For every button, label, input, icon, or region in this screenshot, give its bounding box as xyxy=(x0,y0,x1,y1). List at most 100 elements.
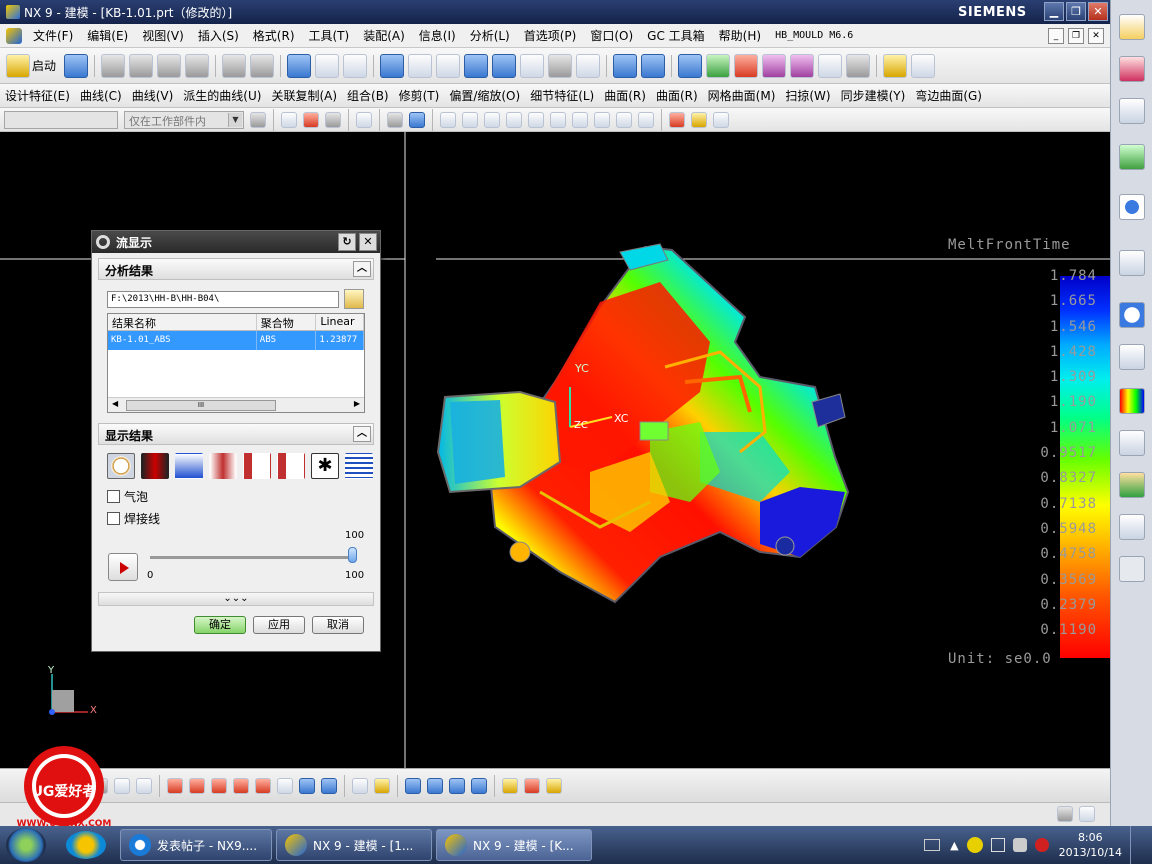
more-options-expander[interactable]: ⌄⌄⌄ xyxy=(98,592,374,606)
clock[interactable]: 8:06 2013/10/14 xyxy=(1059,830,1122,860)
system-materials-icon[interactable] xyxy=(1119,344,1145,370)
checkbox-box[interactable] xyxy=(107,512,120,525)
scroll-left-icon[interactable]: ◀ xyxy=(112,399,118,408)
task-nx-2[interactable]: NX 9 - 建模 - [K... xyxy=(436,829,592,861)
menu-trim[interactable]: 修剪(T) xyxy=(394,87,445,104)
transform-icon[interactable] xyxy=(352,777,368,794)
minimize-button[interactable]: ▁ xyxy=(1044,2,1064,21)
column-linear[interactable]: Linear xyxy=(316,314,364,330)
reuse-library-icon[interactable] xyxy=(1119,144,1145,170)
task-nx-1[interactable]: NX 9 - 建模 - [1... xyxy=(276,829,432,861)
command-finder-icon[interactable] xyxy=(287,53,312,78)
menu-tools[interactable]: 工具(T) xyxy=(302,27,357,44)
fill-time-icon[interactable] xyxy=(107,453,135,479)
palette-icon[interactable] xyxy=(1119,388,1145,414)
scroll-right-icon[interactable]: ▶ xyxy=(354,399,360,408)
background-icon[interactable] xyxy=(576,53,601,78)
app-menu-icon[interactable] xyxy=(6,27,22,44)
hide-icon[interactable] xyxy=(427,777,443,794)
control-point-icon[interactable] xyxy=(484,111,500,128)
folder-open-icon[interactable] xyxy=(344,289,364,309)
collapse-icon[interactable]: ︿ xyxy=(353,426,371,442)
menu-derived-curve[interactable]: 派生的曲线(U) xyxy=(178,87,266,104)
render-style-icon[interactable] xyxy=(548,53,573,78)
reset-icon[interactable]: ↻ xyxy=(338,233,356,251)
invert-show-icon[interactable] xyxy=(449,777,465,794)
undo-icon[interactable] xyxy=(222,53,247,78)
slider-knob[interactable] xyxy=(348,547,357,563)
results-list[interactable]: 结果名称 聚合物 Linear KB-1.01_ABS ABS 1.23877 … xyxy=(107,313,365,413)
measure-distance-icon[interactable] xyxy=(502,777,518,794)
apply-button[interactable]: 应用 xyxy=(253,616,305,634)
show-hidden-icon[interactable]: ▲ xyxy=(950,839,958,852)
part-navigator-icon[interactable] xyxy=(1119,98,1145,124)
horizontal-scrollbar[interactable]: ◀ III ▶ xyxy=(108,397,364,412)
quadrant-icon[interactable] xyxy=(572,111,588,128)
edit-object-display-icon[interactable] xyxy=(374,777,390,794)
wcs-orient-icon[interactable] xyxy=(299,777,315,794)
maximize-button[interactable]: ❐ xyxy=(1066,2,1086,21)
roles-icon[interactable] xyxy=(1119,472,1145,498)
select-solid-icon[interactable] xyxy=(409,111,425,128)
column-polymer[interactable]: 聚合物 xyxy=(257,314,317,330)
wcs-origin-icon[interactable] xyxy=(255,777,271,794)
measure-angle-icon[interactable] xyxy=(524,777,540,794)
animation-slider[interactable] xyxy=(150,547,357,563)
stop-icon[interactable] xyxy=(669,111,685,128)
table-row[interactable]: KB-1.01_ABS ABS 1.23877 xyxy=(108,331,364,350)
cancel-button[interactable]: 取消 xyxy=(312,616,364,634)
star-icon[interactable]: ✱ xyxy=(311,453,339,479)
menu-format[interactable]: 格式(R) xyxy=(246,27,302,44)
shaded-edges-icon[interactable] xyxy=(492,53,517,78)
save-icon[interactable] xyxy=(64,53,89,78)
mould-tool-icon[interactable] xyxy=(911,53,936,78)
blank-slot-icon[interactable] xyxy=(1119,556,1145,582)
select-face-icon[interactable] xyxy=(303,111,319,128)
menu-curve-2[interactable]: 曲线(V) xyxy=(127,87,179,104)
existing-point-icon[interactable] xyxy=(594,111,610,128)
snap-point-icon[interactable] xyxy=(281,111,297,128)
dialog-close-button[interactable]: ✕ xyxy=(359,233,377,251)
wireframe-icon[interactable] xyxy=(520,53,545,78)
section-icon[interactable] xyxy=(762,53,787,78)
layer-settings-icon[interactable] xyxy=(436,53,461,78)
perpendicular-icon[interactable] xyxy=(528,111,544,128)
status-filter-icon[interactable] xyxy=(1057,806,1073,822)
component-icon[interactable] xyxy=(691,111,707,128)
menu-surface[interactable]: 曲面(R) xyxy=(599,87,651,104)
system-scene-icon[interactable] xyxy=(1119,514,1145,540)
window-select-icon[interactable] xyxy=(315,53,340,78)
doc-restore-button[interactable]: ❐ xyxy=(1068,28,1084,44)
vector-constructor-icon[interactable] xyxy=(189,777,205,794)
ok-button[interactable]: 确定 xyxy=(194,616,246,634)
qq-icon[interactable] xyxy=(1034,838,1049,852)
menu-curve[interactable]: 曲线(C) xyxy=(75,87,127,104)
wcs-icon[interactable] xyxy=(408,53,433,78)
info-icon[interactable] xyxy=(1119,194,1145,220)
selection-settings-icon[interactable] xyxy=(250,111,266,128)
menu-combine[interactable]: 组合(B) xyxy=(342,87,394,104)
pinned-app-icon[interactable] xyxy=(66,831,106,859)
gear-icon[interactable] xyxy=(96,235,110,249)
zoom-icon[interactable] xyxy=(343,53,368,78)
end-point-icon[interactable] xyxy=(440,111,456,128)
animation-icon[interactable] xyxy=(141,453,169,479)
column-result-name[interactable]: 结果名称 xyxy=(108,314,257,330)
constraint-navigator-icon[interactable] xyxy=(1119,56,1145,82)
menu-edit[interactable]: 编辑(E) xyxy=(80,27,135,44)
box-icon[interactable] xyxy=(678,53,703,78)
menu-gc-toolbox[interactable]: GC 工具箱 xyxy=(640,27,712,44)
csys-constructor-icon[interactable] xyxy=(233,777,249,794)
menu-insert[interactable]: 插入(S) xyxy=(191,27,246,44)
close-button[interactable]: ✕ xyxy=(1088,2,1108,21)
list-icon[interactable] xyxy=(345,453,373,479)
menu-window[interactable]: 窗口(O) xyxy=(583,27,640,44)
checkbox-weld-line[interactable]: 焊接线 xyxy=(107,510,160,527)
show-all-icon[interactable] xyxy=(471,777,487,794)
menu-associative-copy[interactable]: 关联复制(A) xyxy=(266,87,342,104)
menu-mesh-surface[interactable]: 网格曲面(M) xyxy=(703,87,781,104)
arc-center-icon[interactable] xyxy=(550,111,566,128)
select-edge-icon[interactable] xyxy=(325,111,341,128)
checkbox-box[interactable] xyxy=(107,490,120,503)
point-on-curve-icon[interactable] xyxy=(616,111,632,128)
